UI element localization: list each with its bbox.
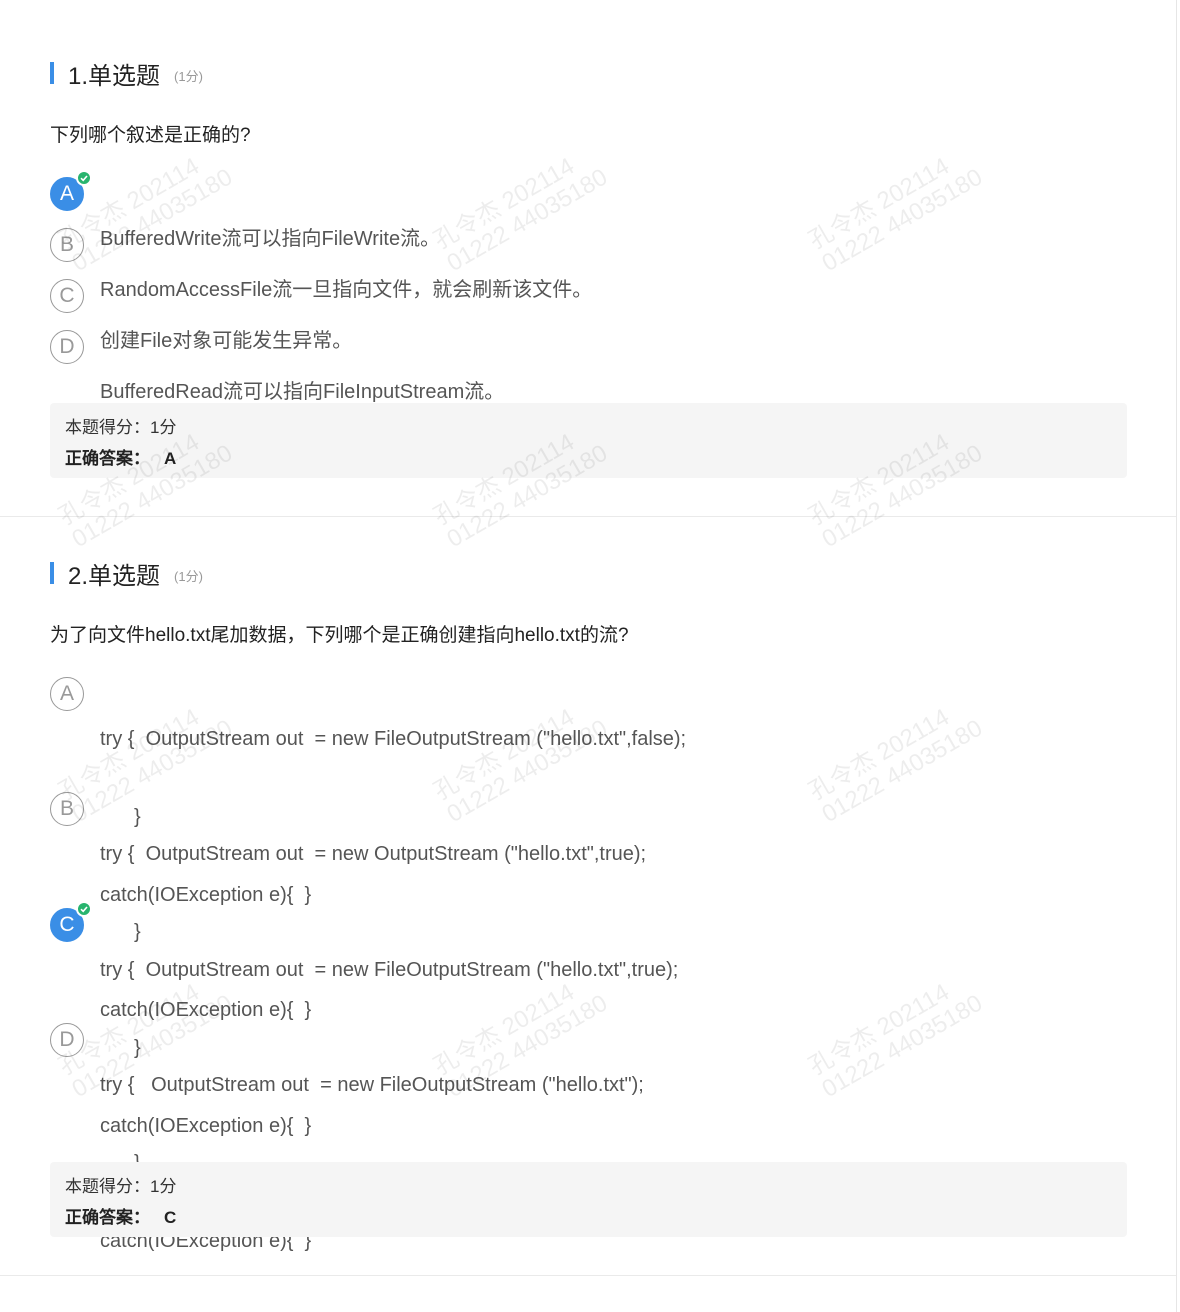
score-text: 本题得分：1分 bbox=[65, 1177, 177, 1196]
option-letter[interactable]: B bbox=[50, 792, 84, 826]
option-letter[interactable]: D bbox=[50, 1023, 84, 1057]
question-text: 为了向文件hello.txt尾加数据，下列哪个是正确创建指向hello.txt的… bbox=[50, 625, 629, 646]
option-letter[interactable]: C bbox=[50, 279, 84, 313]
option-letter[interactable]: B bbox=[50, 228, 84, 262]
question-divider bbox=[0, 516, 1176, 517]
option-letter[interactable]: D bbox=[50, 330, 84, 364]
question-text: 下列哪个叙述是正确的? bbox=[50, 125, 251, 146]
question-header: 2.单选题 (1分) bbox=[50, 560, 203, 590]
check-icon bbox=[76, 901, 92, 917]
question-title: 2.单选题 bbox=[68, 562, 161, 590]
question-header: 1.单选题 (1分) bbox=[50, 60, 203, 90]
question-points: (1分) bbox=[174, 68, 203, 84]
score-box: 本题得分：1分 正确答案： A bbox=[50, 403, 1127, 478]
score-text: 本题得分：1分 bbox=[65, 418, 177, 437]
correct-answer: 正确答案： A bbox=[65, 449, 177, 468]
question-points: (1分) bbox=[174, 568, 203, 584]
watermark: 孔令杰 202114 01222 44035180 bbox=[804, 703, 988, 829]
question-accent-bar bbox=[50, 562, 54, 584]
watermark: 孔令杰 202114 01222 44035180 bbox=[804, 978, 988, 1104]
page-right-border bbox=[1176, 0, 1177, 1312]
score-box: 本题得分：1分 正确答案： C bbox=[50, 1162, 1127, 1237]
question-accent-bar bbox=[50, 62, 54, 84]
question-title: 1.单选题 bbox=[68, 62, 161, 90]
check-icon bbox=[76, 170, 92, 186]
option-letter[interactable]: A bbox=[50, 677, 84, 711]
correct-answer: 正确答案： C bbox=[65, 1208, 177, 1227]
watermark: 孔令杰 202114 01222 44035180 bbox=[804, 152, 988, 278]
